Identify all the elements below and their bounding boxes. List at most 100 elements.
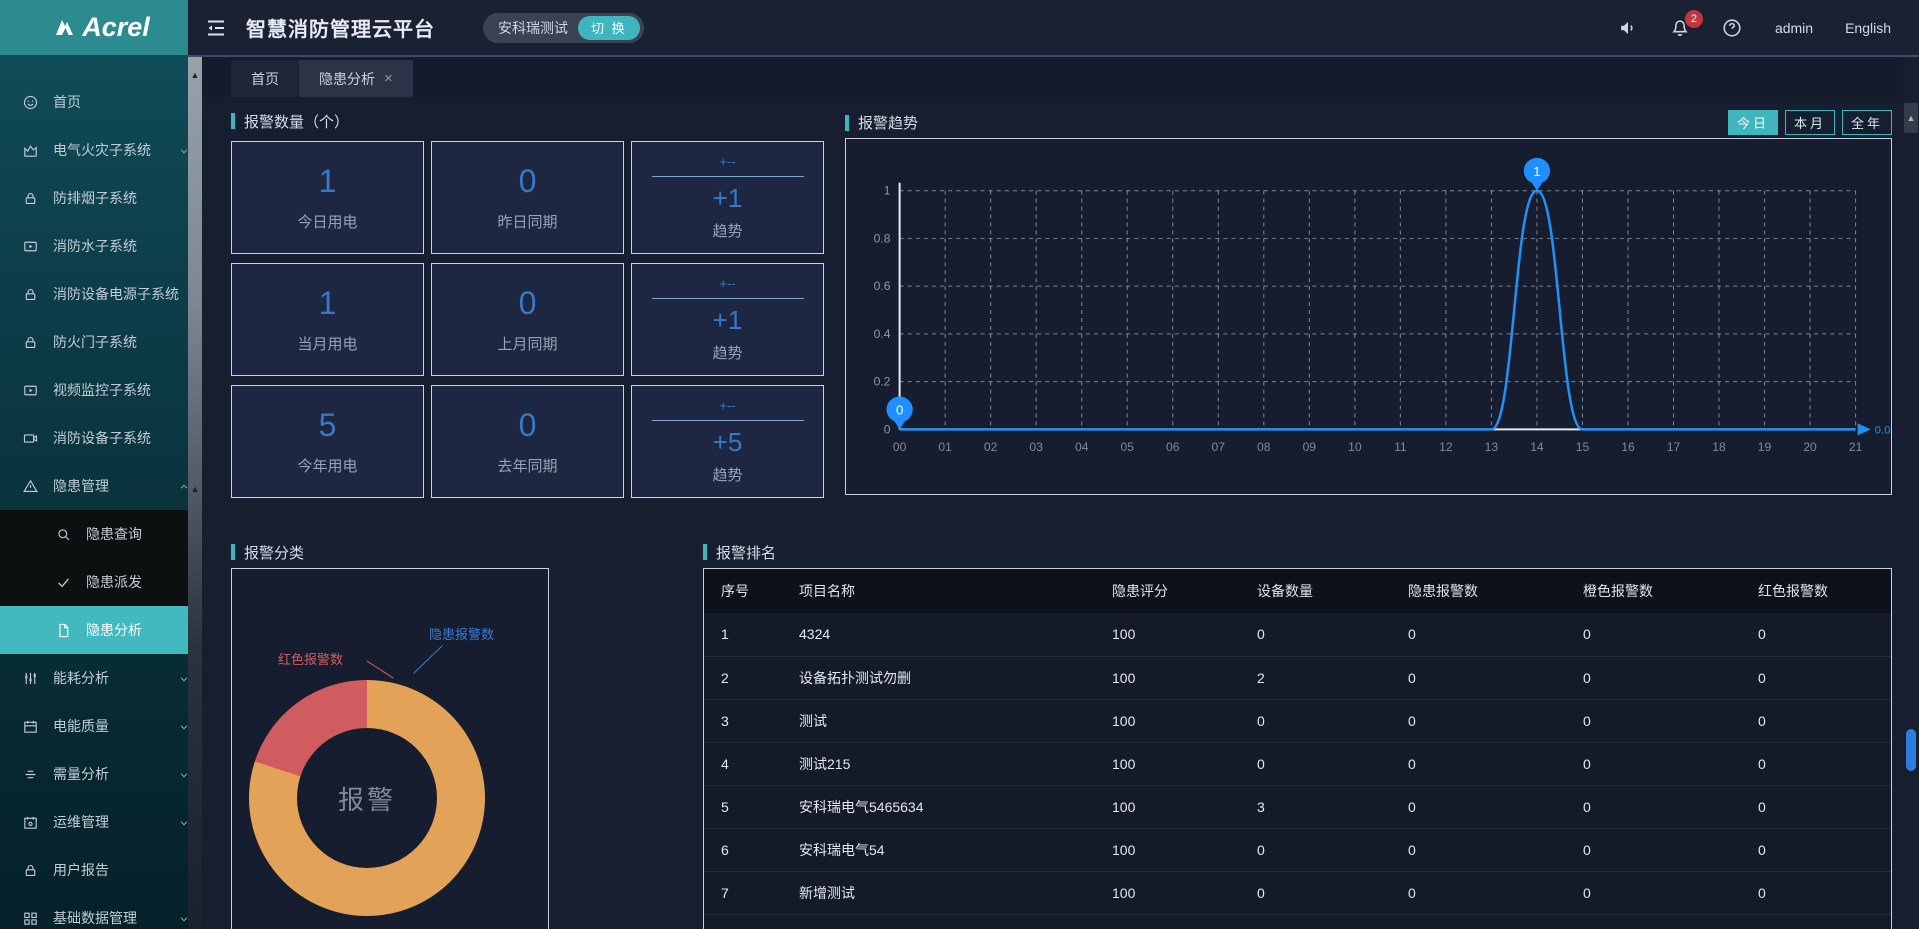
sidebar-item-9[interactable]: 隐患查询 [0, 510, 202, 558]
sidebar-item-14[interactable]: 需量分析 [0, 750, 202, 798]
tab-bar: 首页隐患分析× [202, 57, 1903, 97]
sidebar-item-11[interactable]: 隐患分析 [0, 606, 202, 654]
switch-project-button[interactable]: 切 换 [578, 16, 640, 40]
sidebar-item-label: 消防水子系统 [53, 236, 190, 256]
table-cell: 0 [1741, 613, 1891, 656]
video-icon [22, 238, 39, 255]
sidebar-scrollbar[interactable]: ▲ ▲ [188, 57, 202, 929]
notification-badge: 2 [1685, 10, 1703, 28]
column-header: 隐患评分 [1095, 569, 1240, 613]
table-row[interactable]: 5安科瑞电气54656341003000 [704, 785, 1891, 828]
table-cell: 0 [1240, 613, 1391, 656]
sidebar-item-5[interactable]: 防火门子系统 [0, 318, 202, 366]
alarm-count-section: 报警数量（个） 1今日用电0昨日同期+--+1趋势1当月用电0上月同期+--+1… [231, 110, 824, 498]
svg-text:18: 18 [1712, 440, 1726, 454]
range-button-2[interactable]: 全年 [1842, 110, 1892, 135]
range-button-0[interactable]: 今日 [1728, 110, 1778, 135]
table-row[interactable]: 6安科瑞电气541000000 [704, 828, 1891, 871]
table-row[interactable]: 3测试1000000 [704, 699, 1891, 742]
sidebar-item-3[interactable]: 消防水子系统 [0, 222, 202, 270]
sidebar-item-0[interactable]: 首页 [0, 78, 202, 126]
legend-hidden-alarm-label: 隐患报警数 [429, 624, 494, 643]
stat-value: 0 [519, 163, 537, 200]
column-header: 隐患报警数 [1391, 569, 1566, 613]
camera-icon [22, 430, 39, 447]
chart-icon [22, 142, 39, 159]
sidebar-item-10[interactable]: 隐患派发 [0, 558, 202, 606]
main-column: 智慧消防管理云平台 安科瑞测试 切 换 2 admin English ▲ ▲ [188, 0, 1919, 929]
bell-icon[interactable]: 2 [1669, 17, 1691, 39]
table-header-row: 序号项目名称隐患评分设备数量隐患报警数橙色报警数红色报警数 [704, 569, 1891, 613]
sidebar-item-4[interactable]: 消防设备电源子系统 [0, 270, 202, 318]
sidebar-item-12[interactable]: 能耗分析 [0, 654, 202, 702]
lock-icon [22, 334, 39, 351]
sidebar-item-label: 视频监控子系统 [53, 380, 190, 400]
sidebar-item-2[interactable]: 防排烟子系统 [0, 174, 202, 222]
scrollbar-thumb[interactable] [1906, 729, 1916, 771]
tab-1[interactable]: 隐患分析× [299, 60, 413, 97]
table-cell: 100 [1095, 871, 1240, 914]
divider [652, 420, 804, 421]
scroll-up-icon[interactable]: ▲ [188, 70, 202, 80]
column-header: 设备数量 [1240, 569, 1391, 613]
stat-value: 1 [319, 163, 337, 200]
table-row[interactable]: 2设备拓扑测试勿删1002000 [704, 656, 1891, 699]
top-header: 智慧消防管理云平台 安科瑞测试 切 换 2 admin English [188, 0, 1919, 55]
ranking-table-panel: 序号项目名称隐患评分设备数量隐患报警数橙色报警数红色报警数14324100000… [703, 568, 1892, 929]
sidebar-item-17[interactable]: 基础数据管理 [0, 894, 202, 929]
close-icon[interactable]: × [384, 71, 393, 86]
table-cell: 0 [1566, 699, 1741, 742]
sidebar-item-15[interactable]: 运维管理 [0, 798, 202, 846]
svg-text:05: 05 [1120, 440, 1134, 454]
scroll-up-icon[interactable]: ▲ [1904, 103, 1918, 133]
menu-fold-icon[interactable] [204, 16, 228, 40]
sidebar-item-13[interactable]: 电能质量 [0, 702, 202, 750]
sidebar-item-label: 隐患分析 [86, 620, 190, 640]
scroll-up-icon[interactable]: ▲ [188, 484, 202, 494]
range-button-1[interactable]: 本月 [1785, 110, 1835, 135]
sidebar-item-6[interactable]: 视频监控子系统 [0, 366, 202, 414]
trend-top-value: +-- [719, 276, 735, 291]
logo-text: Acrel [82, 12, 150, 43]
check-icon [55, 574, 72, 591]
table-row[interactable]: 7新增测试1000000 [704, 871, 1891, 914]
stat-card-4: 0上月同期 [431, 263, 624, 376]
sidebar-item-7[interactable]: 消防设备子系统 [0, 414, 202, 462]
tab-0[interactable]: 首页 [231, 60, 299, 97]
page-scrollbar[interactable]: ▲ [1903, 57, 1919, 929]
sidebar-item-label: 隐患管理 [53, 476, 178, 496]
user-menu[interactable]: admin [1775, 20, 1813, 36]
table-row[interactable]: 4测试2151000000 [704, 742, 1891, 785]
sidebar-item-8[interactable]: 隐患管理 [0, 462, 202, 510]
table-cell: 0 [1741, 785, 1891, 828]
table-cell: 安科瑞电气5465634 [782, 785, 1095, 828]
stat-value: +1 [713, 305, 743, 336]
sidebar-item-16[interactable]: 用户报告 [0, 846, 202, 894]
alarm-trend-section: 报警趋势 今日本月全年 00.20.40.60.8100010203040506… [845, 110, 1892, 498]
language-toggle[interactable]: English [1845, 20, 1891, 36]
volume-icon[interactable] [1617, 17, 1639, 39]
help-icon[interactable] [1721, 17, 1743, 39]
sidebar-item-1[interactable]: 电气火灾子系统 [0, 126, 202, 174]
table-cell: 0 [1240, 742, 1391, 785]
table-cell: 100 [1095, 613, 1240, 656]
svg-text:11: 11 [1394, 440, 1407, 454]
logo: Acrel [0, 0, 202, 55]
table-cell: 0 [1391, 742, 1566, 785]
table-cell: 100 [1095, 828, 1240, 871]
table-cell: 3 [1240, 785, 1391, 828]
sidebar-item-label: 防火门子系统 [53, 332, 190, 352]
stat-label: 上月同期 [497, 333, 557, 354]
table-cell: 0 [1566, 871, 1741, 914]
svg-text:07: 07 [1212, 440, 1226, 454]
callout-line [413, 645, 442, 674]
sidebar-item-label: 运维管理 [53, 812, 178, 832]
svg-text:16: 16 [1621, 440, 1635, 454]
stat-card-7: 0去年同期 [431, 385, 624, 498]
table-cell: 0 [1391, 871, 1566, 914]
sidebar-item-label: 首页 [53, 92, 190, 112]
trend-top-value: +-- [719, 154, 735, 169]
content: 首页隐患分析× 报警数量（个） 1今日用电0昨日同期+--+1趋势1当月用电0上… [202, 57, 1903, 929]
table-row[interactable]: 143241000000 [704, 613, 1891, 656]
stat-card-8: +--+5趋势 [631, 385, 824, 498]
